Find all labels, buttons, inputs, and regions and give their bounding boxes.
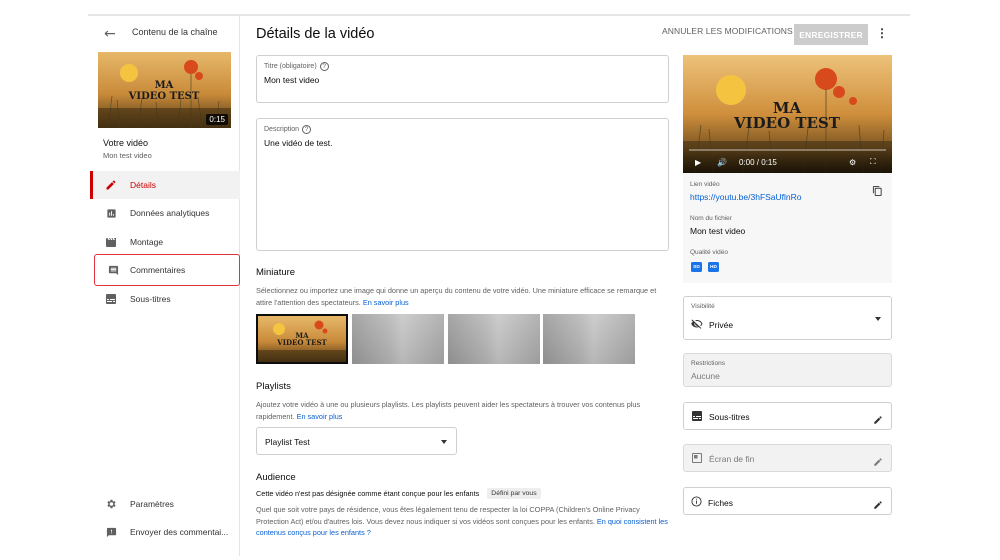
audience-status-text: Cette vidéo n'est pas désignée comme éta…	[256, 489, 480, 498]
player-time: 0:00 / 0:15	[739, 158, 777, 167]
feedback-icon	[90, 527, 130, 538]
visibility-select[interactable]: Visibilité Privée	[683, 296, 892, 340]
nav-item-details[interactable]: Détails	[90, 171, 240, 199]
cancel-changes-button[interactable]: ANNULER LES MODIFICATIONS	[662, 26, 793, 36]
title-field[interactable]: Titre (obligatoire)? Mon test video	[256, 55, 669, 103]
video-link[interactable]: https://youtu.be/3hFSaUflnRo	[690, 192, 802, 202]
title-field-label: Titre (obligatoire)?	[264, 62, 329, 71]
sidebar-header: ← Contenu de la chaîne	[90, 24, 240, 44]
nav-item-comments[interactable]: Commentaires	[94, 254, 240, 286]
title-input[interactable]: Mon test video	[264, 75, 319, 85]
play-icon[interactable]: ▶	[695, 158, 701, 167]
svg-text:VIDEO TEST: VIDEO TEST	[128, 91, 200, 102]
gear-icon	[90, 498, 130, 510]
volume-icon[interactable]: 🔊	[717, 158, 727, 167]
description-field[interactable]: Description? Une vidéo de test.	[256, 118, 669, 251]
playlist-select-value: Playlist Test	[265, 437, 310, 447]
audience-heading: Audience	[256, 472, 296, 483]
video-info-panel: Lien vidéo https://youtu.be/3hFSaUflnRo …	[683, 173, 892, 283]
help-icon[interactable]: ?	[302, 125, 312, 134]
nav-label: Détails	[130, 180, 156, 190]
miniature-learn-more-link[interactable]: En savoir plus	[363, 298, 409, 307]
pencil-icon	[90, 179, 130, 191]
end-screen-icon	[691, 453, 703, 465]
nav-item-settings[interactable]: Paramètres	[90, 490, 240, 518]
copy-icon[interactable]	[872, 184, 883, 202]
duration-badge: 0:15	[206, 114, 228, 125]
playlists-heading: Playlists	[256, 381, 291, 392]
back-arrow-icon[interactable]: ←	[104, 26, 116, 42]
nav-item-analytics[interactable]: Données analytiques	[90, 199, 240, 227]
nav-label: Montage	[130, 237, 164, 247]
miniature-heading: Miniature	[256, 267, 296, 278]
sidebar-title: Contenu de la chaîne	[132, 27, 218, 37]
fullscreen-icon[interactable]: ⛶	[870, 157, 876, 167]
miniature-description: Sélectionnez ou importez une image qui d…	[256, 286, 657, 307]
visibility-value: Privée	[691, 319, 733, 331]
chevron-down-icon	[441, 440, 447, 444]
hd-badge: HD	[708, 262, 719, 272]
subtitles-icon	[691, 411, 703, 423]
playlists-learn-more-link[interactable]: En savoir plus	[297, 412, 343, 421]
nav-label: Envoyer des commentai...	[130, 527, 229, 537]
page-title: Détails de la vidéo	[256, 26, 375, 42]
restrictions-field: Restrictions Aucune	[683, 353, 892, 387]
set-by-you-chip: Défini par vous	[487, 488, 541, 499]
thumbnail-option[interactable]	[543, 314, 635, 364]
video-name: Mon test video	[103, 151, 152, 160]
subtitles-icon	[90, 294, 130, 304]
thumbnail-option-selected[interactable]: MA VIDEO TEST	[256, 314, 348, 364]
analytics-icon	[90, 208, 130, 219]
playlists-description: Ajoutez votre vidéo à une ou plusieurs p…	[256, 400, 641, 421]
video-label: Votre vidéo	[103, 138, 149, 148]
nav-label: Données analytiques	[130, 208, 210, 218]
svg-text:MA: MA	[155, 80, 174, 91]
nav-label: Commentaires	[130, 265, 186, 275]
audience-description: Quel que soit votre pays de résidence, v…	[256, 505, 668, 537]
end-screen-row-content: Écran de fin	[691, 453, 754, 465]
cards-row-content: Fiches	[691, 496, 733, 509]
nav-label: Paramètres	[130, 499, 174, 509]
eye-off-icon	[691, 319, 703, 331]
end-screen-row[interactable]: Écran de fin	[683, 444, 892, 472]
file-name-label: Nom du fichier	[690, 215, 732, 222]
video-thumbnail[interactable]: MA VIDEO TEST 0:15	[98, 52, 231, 128]
help-icon[interactable]: ?	[319, 62, 329, 71]
subtitles-row[interactable]: Sous-titres	[683, 402, 892, 430]
nav-item-editor[interactable]: Montage	[90, 228, 240, 256]
chevron-down-icon	[875, 317, 881, 321]
cards-row[interactable]: Fiches	[683, 487, 892, 515]
svg-text:VIDEO TEST: VIDEO TEST	[733, 114, 841, 132]
info-icon	[691, 496, 702, 509]
file-name: Mon test video	[690, 226, 746, 236]
edit-pencil-icon[interactable]	[873, 412, 883, 430]
more-options-icon[interactable]: ⋮	[876, 26, 888, 40]
nav-label: Sous-titres	[130, 294, 171, 304]
svg-text:VIDEO TEST: VIDEO TEST	[276, 338, 327, 347]
subtitles-row-content: Sous-titres	[691, 411, 750, 423]
thumbnail-option[interactable]	[352, 314, 444, 364]
sd-badge: SD	[691, 262, 702, 272]
description-field-label: Description?	[264, 125, 312, 134]
visibility-label: Visibilité	[691, 303, 715, 310]
restrictions-value: Aucune	[691, 371, 720, 381]
clapper-icon	[90, 237, 130, 248]
audience-status: Cette vidéo n'est pas désignée comme éta…	[256, 488, 541, 499]
comment-icon	[94, 265, 130, 276]
nav-item-subtitles[interactable]: Sous-titres	[90, 285, 240, 313]
video-player[interactable]: MA VIDEO TEST ▶ 🔊 0:00 / 0:15 ⚙ ⛶	[683, 55, 892, 173]
edit-pencil-icon[interactable]	[873, 497, 883, 515]
video-quality-label: Qualité vidéo	[690, 249, 728, 256]
save-button[interactable]: ENREGISTRER	[794, 24, 868, 45]
sidebar: ← Contenu de la chaîne MA VIDEO TEST 0:1…	[90, 16, 240, 556]
nav-item-feedback[interactable]: Envoyer des commentai...	[90, 518, 240, 546]
thumbnail-option[interactable]	[448, 314, 540, 364]
description-input[interactable]: Une vidéo de test.	[264, 138, 333, 148]
restrictions-label: Restrictions	[691, 360, 725, 367]
edit-pencil-icon[interactable]	[873, 454, 883, 472]
video-link-label: Lien vidéo	[690, 181, 720, 188]
progress-bar[interactable]	[689, 149, 886, 151]
settings-gear-icon[interactable]: ⚙	[849, 158, 856, 167]
playlist-select[interactable]: Playlist Test	[256, 427, 457, 455]
